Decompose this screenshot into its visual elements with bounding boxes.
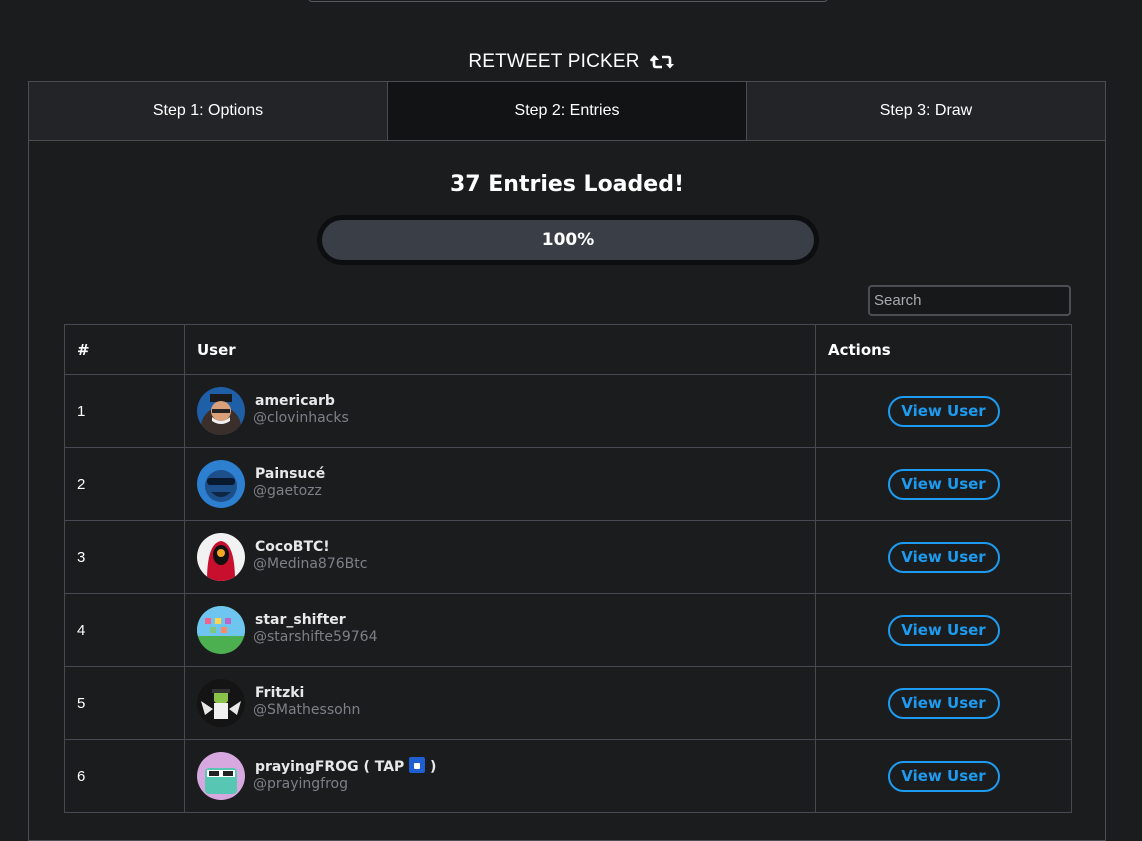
avatar	[197, 387, 245, 435]
entries-loaded-heading: 37 Entries Loaded!	[450, 172, 684, 197]
avatar	[197, 533, 245, 581]
tab-step-1-options[interactable]: Step 1: Options	[29, 82, 388, 140]
progress-bar: 100%	[317, 215, 819, 265]
avatar	[197, 679, 245, 727]
actions-cell: View User	[815, 374, 1072, 448]
row-number: 6	[64, 739, 185, 813]
user-cell: Painsucé @gaetozz	[184, 447, 816, 521]
actions-cell: View User	[815, 666, 1072, 740]
user-handle: @gaetozz	[253, 482, 322, 499]
retweet-icon	[649, 53, 674, 71]
progress-fill: 100%	[322, 220, 814, 260]
row-number: 4	[64, 593, 185, 667]
view-user-button[interactable]: View User	[887, 468, 1000, 500]
actions-cell: View User	[815, 593, 1072, 667]
user-display-name: CocoBTC!	[255, 538, 330, 555]
user-cell: star_shifter @starshifte59764	[184, 593, 816, 667]
row-number: 5	[64, 666, 185, 740]
actions-cell: View User	[815, 447, 1072, 521]
user-cell: americarb @clovinhacks	[184, 374, 816, 448]
user-handle: @prayingfrog	[253, 775, 348, 792]
user-display-name: star_shifter	[255, 611, 346, 628]
column-header-number: #	[64, 324, 185, 375]
user-handle: @Medina876Btc	[253, 555, 368, 572]
actions-cell: View User	[815, 520, 1072, 594]
avatar	[197, 752, 245, 800]
actions-cell: View User	[815, 739, 1072, 813]
top-input-field[interactable]	[308, 0, 828, 2]
table-header-row: # User Actions	[64, 324, 1072, 375]
table-row: 5 Fritzki @SMathessohn View User	[64, 666, 1072, 740]
view-user-button[interactable]: View User	[887, 614, 1000, 646]
picker-card: Step 1: Options Step 2: Entries Step 3: …	[28, 81, 1106, 841]
search-input[interactable]	[868, 285, 1071, 316]
table-row: 6 prayingFROG (TAP) @prayingfrog View …	[64, 739, 1072, 813]
row-number: 1	[64, 374, 185, 448]
user-handle: @starshifte59764	[253, 628, 378, 645]
table-row: 3 CocoBTC! @Medina876Btc View User	[64, 520, 1072, 594]
column-header-user: User	[184, 324, 816, 375]
user-cell: prayingFROG ( TAP ) @prayingfrog	[184, 739, 816, 813]
user-display-name: prayingFROG ( TAP )	[255, 756, 437, 775]
user-display-name-suffix: )	[425, 758, 437, 775]
lock-emoji-icon	[409, 756, 426, 773]
avatar	[197, 606, 245, 654]
view-user-button[interactable]: View User	[887, 687, 1000, 719]
step-tabs: Step 1: Options Step 2: Entries Step 3: …	[29, 82, 1105, 141]
entries-table: # User Actions 1 americarb @clovinhacks …	[64, 324, 1072, 813]
user-display-name: Fritzki	[255, 684, 305, 701]
user-cell: CocoBTC! @Medina876Btc	[184, 520, 816, 594]
table-row: 4 star_shifter @starshifte59764 View Use…	[64, 593, 1072, 667]
page-title: RETWEET PICKER	[468, 51, 640, 72]
avatar	[197, 460, 245, 508]
page-header: RETWEET PICKER	[0, 47, 1142, 77]
user-cell: Fritzki @SMathessohn	[184, 666, 816, 740]
user-handle: @SMathessohn	[253, 701, 361, 718]
table-row: 1 americarb @clovinhacks View User	[64, 374, 1072, 448]
row-number: 2	[64, 447, 185, 521]
view-user-button[interactable]: View User	[887, 541, 1000, 573]
tab-step-2-entries[interactable]: Step 2: Entries	[388, 82, 747, 140]
user-handle: @clovinhacks	[253, 409, 349, 426]
row-number: 3	[64, 520, 185, 594]
progress-label: 100%	[541, 230, 595, 250]
user-display-name-text: prayingFROG ( TAP	[255, 758, 405, 775]
user-display-name: americarb	[255, 392, 335, 409]
view-user-button[interactable]: View User	[887, 760, 1000, 792]
table-row: 2 Painsucé @gaetozz View User	[64, 447, 1072, 521]
column-header-actions: Actions	[815, 324, 1072, 375]
view-user-button[interactable]: View User	[887, 395, 1000, 427]
user-display-name: Painsucé	[255, 465, 326, 482]
tab-step-3-draw[interactable]: Step 3: Draw	[747, 82, 1105, 140]
